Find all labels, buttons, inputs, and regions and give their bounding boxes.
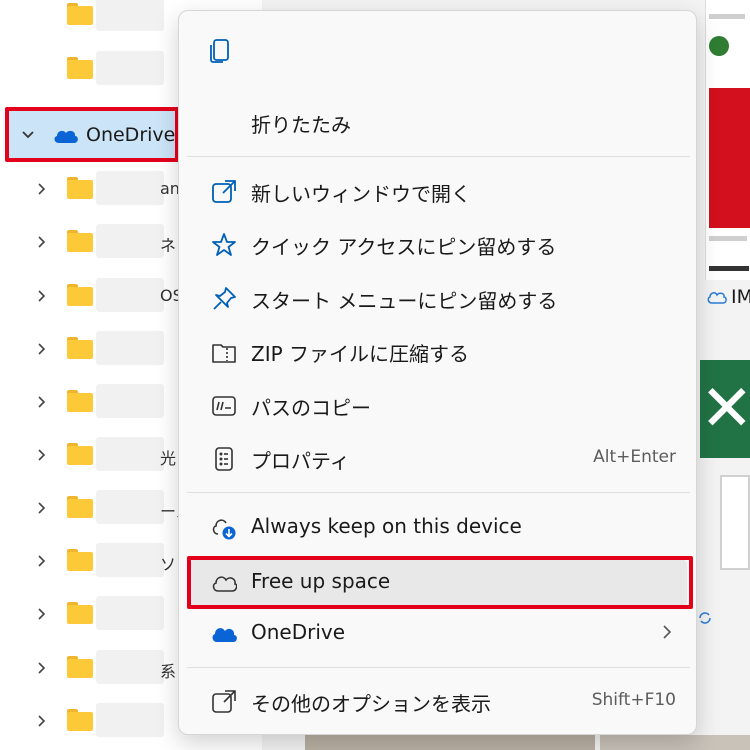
folder-icon (67, 709, 93, 731)
menu-item-label: プロパティ (251, 449, 350, 473)
open-new-window-icon (212, 180, 236, 203)
pin-icon (213, 287, 236, 310)
blurred-folder-name (96, 703, 164, 737)
cloud-status-icon (707, 292, 727, 304)
menu-item-properties[interactable]: プロパティ Alt+Enter (187, 435, 690, 481)
folder-name-fragment: an (160, 179, 180, 198)
chevron-right-icon[interactable] (34, 394, 50, 410)
chevron-right-icon[interactable] (34, 234, 50, 250)
properties-icon (215, 447, 233, 471)
annotation-highlight-free-up-space (187, 556, 693, 609)
menu-item-label: スタート メニューにピン留めする (251, 289, 558, 313)
menu-item-label: 新しいウィンドウで開く (251, 182, 471, 206)
menu-item-collapse[interactable]: 折りたたみ (187, 99, 690, 145)
menu-item-more-options[interactable]: その他のオプションを表示 Shift+F10 (187, 678, 690, 724)
menu-separator (187, 667, 690, 668)
menu-item-label: Always keep on this device (251, 514, 522, 538)
chevron-right-icon[interactable] (34, 660, 50, 676)
chevron-right-icon[interactable] (34, 288, 50, 304)
chevron-right-icon (663, 625, 672, 639)
blurred-folder-name (96, 224, 164, 258)
blurred-folder-name (96, 278, 164, 312)
menu-item-label: ZIP ファイルに圧縮する (251, 342, 470, 366)
folder-icon (67, 443, 93, 465)
menu-item-pin-start[interactable]: スタート メニューにピン留めする (187, 275, 690, 321)
menu-item-label: パスのコピー (251, 396, 371, 420)
folder-icon (67, 3, 93, 25)
blurred-folder-name (96, 490, 164, 524)
onedrive-cloud-icon (212, 628, 237, 642)
folder-icon (67, 177, 93, 199)
folder-name-fragment: ネ (160, 236, 177, 255)
folder-icon (67, 284, 93, 306)
zip-folder-icon (212, 344, 236, 363)
blurred-folder-name (96, 51, 164, 85)
photo-thumbnail[interactable] (600, 735, 750, 750)
folder-icon (67, 390, 93, 412)
blurred-folder-name (96, 171, 164, 205)
spreadsheet-thumbnail[interactable] (720, 475, 750, 570)
menu-item-label: OneDrive (251, 620, 346, 644)
menu-item-label: クイック アクセスにピン留めする (251, 235, 557, 259)
menu-item-copy-path[interactable]: パスのコピー (187, 382, 690, 428)
shortcut-label: Shift+F10 (591, 690, 676, 710)
blurred-folder-name (96, 384, 164, 418)
copy-path-icon (212, 396, 236, 416)
chevron-right-icon[interactable] (34, 713, 50, 729)
folder-icon (67, 602, 93, 624)
blurred-folder-name (96, 650, 164, 684)
chevron-right-icon[interactable] (34, 553, 50, 569)
folder-name-fragment: 系 (160, 662, 177, 681)
folder-icon (67, 337, 93, 359)
chevron-right-icon[interactable] (34, 181, 50, 197)
folder-icon (67, 57, 93, 79)
menu-item-onedrive[interactable]: OneDrive (187, 610, 690, 656)
folder-icon (67, 230, 93, 252)
annotation-highlight-onedrive (5, 107, 179, 162)
menu-separator (187, 156, 690, 157)
menu-item-pin-quick-access[interactable]: クイック アクセスにピン留めする (187, 221, 690, 267)
phone-screenshot-thumbnail[interactable] (705, 0, 750, 280)
folder-icon (67, 549, 93, 571)
chevron-right-icon[interactable] (34, 341, 50, 357)
more-options-icon (212, 690, 236, 713)
blurred-folder-name (96, 437, 164, 471)
folder-icon (67, 656, 93, 678)
folder-icon (67, 496, 93, 518)
sync-icon (699, 612, 711, 624)
blurred-folder-name (96, 331, 164, 365)
blurred-folder-name (96, 596, 164, 630)
blurred-folder-name (96, 543, 164, 577)
menu-item-zip[interactable]: ZIP ファイルに圧縮する (187, 328, 690, 374)
shortcut-label: Alt+Enter (593, 447, 676, 467)
context-menu: 折りたたみ 新しいウィンドウで開く クイック アクセスにピン留めする スタート … (178, 10, 697, 735)
menu-item-always-keep[interactable]: Always keep on this device (187, 504, 690, 550)
menu-item-label: 折りたたみ (251, 113, 351, 137)
excel-x-icon: ✕ (700, 372, 750, 446)
menu-separator (187, 492, 690, 493)
chevron-right-icon[interactable] (34, 606, 50, 622)
thumbnail-file-name: IM (731, 286, 750, 308)
cloud-download-icon (212, 519, 236, 540)
copy-icon[interactable] (207, 37, 233, 65)
photo-thumbnail[interactable] (305, 735, 595, 750)
chevron-right-icon[interactable] (34, 447, 50, 463)
blurred-folder-name (96, 0, 164, 31)
chevron-right-icon[interactable] (34, 500, 50, 516)
menu-item-open-new-window[interactable]: 新しいウィンドウで開く (187, 168, 690, 214)
menu-item-label: その他のオプションを表示 (251, 692, 491, 716)
star-icon (212, 233, 236, 256)
folder-name-fragment: 光 (160, 449, 177, 468)
